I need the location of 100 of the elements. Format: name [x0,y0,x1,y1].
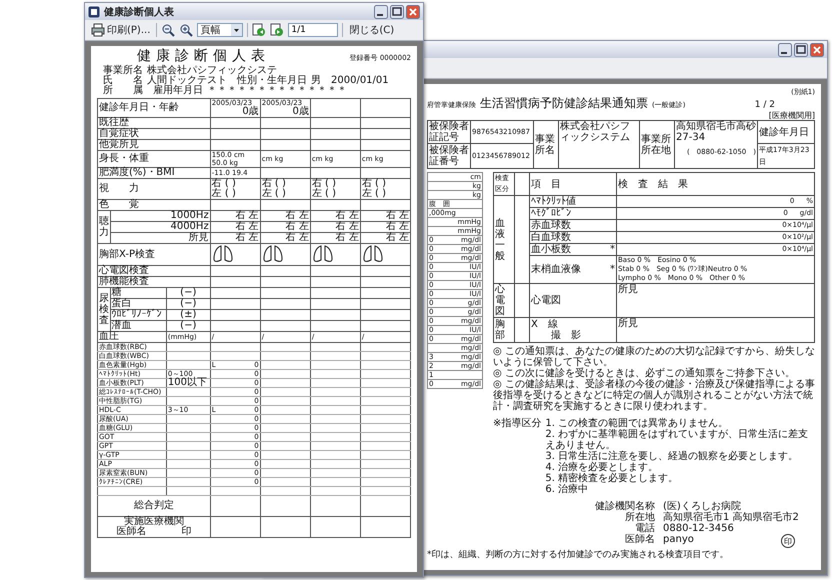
field-value: 高知県宿毛市高砂 27-34 [676,121,756,143]
table-cell: 右 左 [286,222,309,232]
minimize-button[interactable] [778,42,792,56]
row-label: 医師名 [116,527,146,537]
table-cell: (−) [180,298,196,309]
field-value: panyo [663,534,694,547]
row-label: 色 覚 [99,199,139,210]
minimize-button[interactable] [374,4,388,18]
item-label: 赤血球数 [531,220,571,231]
table-cell: 左 ( ) [362,189,386,199]
required-mark: * [610,264,615,275]
row-label: 肥満度(%)・BMI [99,167,175,178]
row-label: 自覚症状 [99,128,139,139]
table-cell: 左 ( ) [212,189,236,199]
row-label: 潜血 [112,320,132,331]
row-label: 聴力 [99,216,109,238]
guidance-text: 3. 日常生活に注意を要し、経過の観察を必要とします。 [545,451,800,462]
field-label: 所 属 [103,86,143,96]
table-cell: (±) [180,309,196,320]
guidance-text: 5. 精密検査を必要とします。 [545,473,680,484]
field-label: 雇用年月日 [153,86,203,96]
lungs-drawing [312,244,334,262]
zoom-dropdown[interactable]: 頁幅 [197,23,244,37]
field-label: 性別・生年月日 [237,76,307,86]
field-label: 事業所所在地 [641,134,671,156]
row-label: 糖 [112,287,122,298]
page-field[interactable]: 1/1 [288,23,338,37]
close-button[interactable] [406,4,420,18]
item-label: 血小板数 [531,244,571,255]
field-value: 高知県宿毛市1 高知県宿毛市2 [663,512,799,523]
field-value: (医)くろしお病院 [663,501,741,512]
field-label: 健診機関名称 [594,501,655,512]
maximize-button[interactable] [390,4,404,18]
lungs-drawing [262,244,284,262]
table-cell: 左 ( ) [312,189,336,199]
zoom-out-icon[interactable] [161,23,176,37]
field-label: 氏 名 [103,76,143,86]
previous-page-icon[interactable] [252,23,266,37]
seal-mark: 印 [181,527,192,537]
table-cell: 右 左 [236,233,259,243]
item-label: 末梢血液像 [531,264,581,275]
table-cell: 右 左 [286,211,309,221]
printer-icon[interactable] [91,23,105,37]
table-cell: 左 ( ) [262,189,286,199]
row-label: 心電図検査 [99,265,149,276]
table-cell: (−) [180,320,196,331]
table-cell: 右 左 [386,233,409,243]
row-label: 実施医療機関 [124,517,184,527]
row-label: 1000Hz [170,210,209,221]
field-value: 株式会社パシフィックシステ [147,66,277,76]
field-label: 被保険者証番号 [429,145,469,167]
table-cell: 所見 [618,318,638,329]
footnote-text: *印は、組織、判断の方に対する付加健診でのみ実施される検査項目です。 [427,550,730,561]
table-cell: 右 左 [336,211,359,221]
row-label: 所見 [188,232,209,243]
item-label: 撮 影 [551,330,581,341]
note-text: ◎ この健診結果は、受診者様の今後の健診・治療及び保健指導による事後指導を受けるときなどに特定の個人が識別されることがない方法で統計・調査研究を実施するときに限り使われます。 [493,379,815,412]
field-label: 検 査 結 果 [618,178,688,190]
lungs-drawing [362,244,384,262]
table-cell: 右 左 [336,233,359,243]
field-value: 男 2000/01/01 [311,76,389,86]
note-text: ◎ この次に健診を受けるときは、必ずこの通知票をご持参下さい。 [493,368,796,379]
guidance-text: 4. 治療を必要とします。 [545,462,660,473]
table-cell: 右 左 [236,211,259,221]
form-title: 健康診断個人表 [137,48,271,64]
field-label: 事業所名 [103,66,143,76]
note-text: ◎ この通知票は、あなたの健康のための大切な記録ですから、紛失しないように保管して下さい。 [493,346,815,368]
field-value: ＊＊＊＊＊＊＊＊＊＊＊＊＊＊ [207,86,347,96]
zoom-in-icon[interactable] [179,23,194,37]
lungs-drawing [212,244,234,262]
item-label: ﾍﾏﾄｸﾘｯﾄ値 [531,196,576,207]
item-label: 心電図 [531,295,561,306]
table-cell: 右 ( ) [262,179,286,189]
row-label: 総合判定 [132,501,175,511]
seal-mark: 印 [781,534,795,548]
section-label: 胸部 [495,319,505,341]
row-label: 既往歴 [99,117,129,128]
form-title: 生活習慣病予防健診結果通知票 [480,96,648,110]
row-label: 身長・体重 [99,153,149,164]
maximize-button[interactable] [794,42,808,56]
row-label: 胸部X-P検査 [99,248,155,260]
table-cell: 右 左 [336,222,359,232]
section-label: 血液一般 [495,218,505,262]
guidance-text: 1. この検査の範囲では異常ありません。 [545,418,730,429]
field-label: 項 目 [531,178,561,190]
close-button[interactable] [810,42,824,56]
item-label: ﾍﾓｸﾞﾛﾋﾞﾝ [531,208,571,219]
close-preview-button[interactable]: 閉じる(C) [347,23,396,37]
field-label: 被保険者証記号 [429,121,469,143]
item-label: X 線 [531,319,559,330]
row-label: ｳﾛﾋﾞﾘﾉｰｹﾞﾝ [112,309,162,320]
row-label: 肺機能検査 [99,276,149,287]
row-label: 尿検査 [99,293,109,326]
next-page-icon[interactable] [270,23,284,37]
print-button[interactable]: 印刷(P)... [89,23,152,37]
required-mark: * [610,244,615,255]
field-label: 医師名 [624,534,655,547]
field-value: 株式会社パシフィックシステム [560,121,630,143]
table-cell: 所見 [618,284,638,295]
app-icon[interactable] [88,6,100,18]
